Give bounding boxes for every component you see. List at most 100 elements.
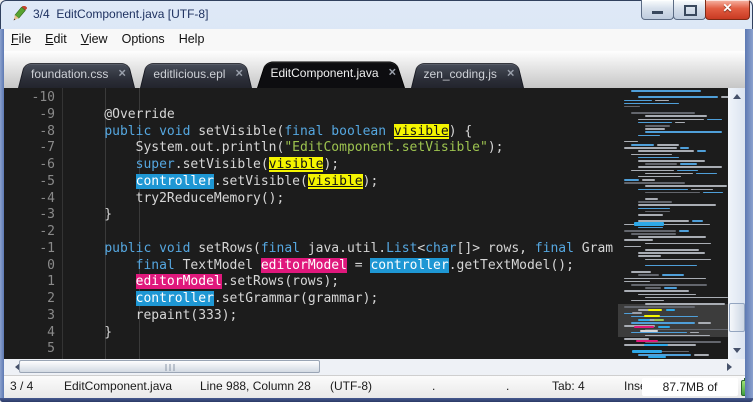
minimap-line [632, 312, 642, 314]
memory-usage[interactable]: 87.7MB of 159.0M [642, 378, 738, 396]
minimap-line [638, 119, 704, 121]
minimap-line [638, 189, 688, 191]
minimap-line [624, 147, 677, 149]
tab-close-icon[interactable]: ✕ [507, 69, 515, 80]
minimap-line [645, 128, 665, 130]
line-number: -2 [4, 224, 55, 241]
minimap-line [640, 330, 658, 332]
code-line: System.out.println("EditComponent.setVis… [73, 140, 503, 157]
minimap-line [631, 322, 695, 324]
minimap-line [631, 144, 654, 146]
menu-item-help[interactable]: Help [172, 29, 212, 46]
menu-item-view[interactable]: View [74, 29, 115, 46]
horizontal-scrollbar-thumb[interactable] [19, 360, 320, 373]
minimap-line [638, 157, 679, 159]
minimap-line [675, 122, 685, 124]
minimap-line [645, 173, 693, 175]
minimap-line [697, 150, 707, 152]
status-filename: EditComponent.java [64, 376, 172, 397]
tab-EditComponent.java[interactable]: EditComponent.java✕ [257, 58, 405, 88]
minimap-line [638, 204, 716, 206]
line-number: -9 [4, 107, 55, 124]
minimap-line [645, 259, 711, 261]
minimap-line [666, 309, 675, 311]
window-border [745, 29, 753, 402]
app-window: 3/4 EditComponent.java [UTF-8] ✕ FileEdi… [0, 0, 753, 402]
minimap-line [655, 100, 669, 102]
minimap[interactable] [618, 88, 728, 359]
minimap-line [638, 166, 722, 168]
minimap-line [645, 192, 700, 194]
menu-item-options[interactable]: Options [115, 29, 172, 46]
tab-close-icon[interactable]: ✕ [235, 69, 243, 80]
line-number: 3 [4, 308, 55, 325]
vertical-scrollbar-thumb[interactable] [729, 303, 745, 332]
menu-item-edit[interactable]: Edit [38, 29, 74, 46]
tab-foundation.css[interactable]: foundation.css✕ [18, 60, 135, 88]
minimap-line [624, 100, 652, 102]
minimap-line [634, 326, 654, 328]
minimap-line [624, 141, 638, 143]
minimap-line [638, 135, 660, 137]
editor[interactable]: -10-9-8-7-6-5-4-3-2-1012345 @Override pu… [4, 88, 745, 359]
minimap-line [624, 290, 689, 292]
line-number: -5 [4, 174, 55, 191]
tab-strip: foundation.css✕editlicious.epl✕EditCompo… [4, 51, 745, 88]
scroll-left-icon[interactable] [4, 359, 20, 375]
title-bar[interactable]: 3/4 EditComponent.java [UTF-8] ✕ [0, 0, 753, 29]
line-number: 1 [4, 274, 55, 291]
minimize-button[interactable] [641, 0, 674, 20]
line-number: -3 [4, 207, 55, 224]
minimap-line [624, 182, 685, 184]
tab-zen_coding.js[interactable]: zen_coding.js✕ [411, 60, 524, 88]
tab-close-icon[interactable]: ✕ [118, 69, 126, 80]
minimap-line [638, 227, 663, 229]
minimap-line [638, 274, 659, 276]
minimap-line [654, 319, 664, 321]
minimap-line [631, 90, 701, 92]
scroll-right-icon[interactable] [727, 359, 743, 375]
scroll-up-icon[interactable] [728, 94, 745, 99]
vertical-scrollbar[interactable] [728, 88, 745, 359]
minimap-line [664, 287, 677, 289]
minimap-line [644, 344, 668, 346]
menu-item-file[interactable]: File [4, 29, 38, 46]
minimap-line [624, 281, 650, 283]
minimap-line [703, 192, 724, 194]
minimap-line [631, 300, 664, 302]
line-number: 0 [4, 258, 55, 275]
minimap-line [645, 115, 707, 117]
minimap-line [638, 201, 672, 203]
minimap-line [638, 160, 705, 162]
scroll-down-icon[interactable] [728, 342, 745, 359]
minimap-line [679, 230, 688, 232]
minimap-line [631, 284, 707, 286]
line-gutter: -10-9-8-7-6-5-4-3-2-1012345 [4, 88, 58, 359]
minimap-line [721, 96, 728, 98]
window-border [0, 29, 4, 402]
maximize-button[interactable] [673, 0, 706, 20]
minimap-line [636, 340, 658, 342]
code-line: public void setVisible(final boolean vis… [73, 124, 472, 141]
line-number: -8 [4, 124, 55, 141]
minimap-line [634, 222, 664, 226]
tab-close-icon[interactable]: ✕ [388, 68, 396, 79]
minimap-line [638, 252, 705, 254]
code-line: super.setVisible(visible); [73, 157, 339, 174]
pencil-icon [10, 6, 27, 23]
tab-editlicious.epl[interactable]: editlicious.epl ✕ [140, 60, 252, 88]
minimap-line [648, 309, 662, 311]
minimap-line [638, 255, 661, 257]
minimap-line [624, 239, 653, 241]
horizontal-scrollbar[interactable] [4, 359, 745, 375]
status-placeholder: . [432, 376, 435, 397]
menu-bar: FileEditViewOptionsHelp [4, 29, 745, 51]
minimap-line [698, 322, 711, 324]
minimap-line [707, 119, 722, 121]
minimap-line [677, 170, 699, 172]
close-button[interactable]: ✕ [705, 0, 750, 20]
minimap-line [694, 354, 709, 356]
minimap-line [645, 297, 728, 299]
code-area[interactable]: @Override public void setVisible(final b… [73, 88, 618, 359]
tab-label: editlicious.epl [153, 67, 225, 81]
